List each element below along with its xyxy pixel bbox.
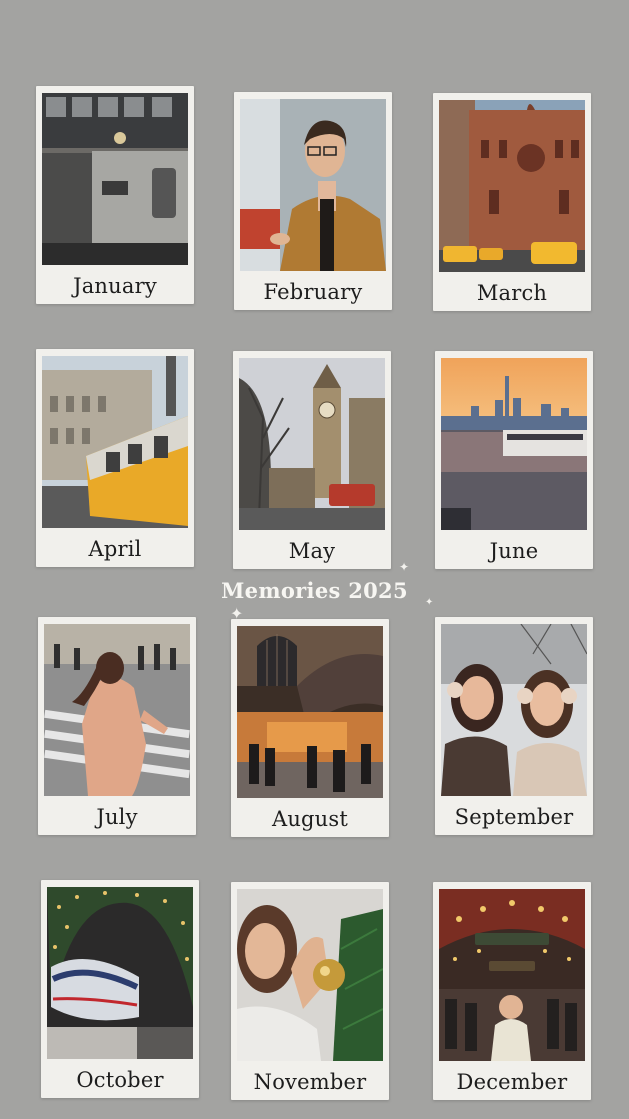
- polaroid-february[interactable]: February: [234, 92, 392, 310]
- sparkle-icon: ✦: [399, 560, 410, 574]
- month-label-april: April: [88, 537, 142, 561]
- two-friends-earmuffs-photo: [441, 624, 587, 796]
- month-label-may: May: [288, 539, 336, 563]
- month-label-january: January: [73, 274, 157, 298]
- polaroid-september[interactable]: September: [435, 617, 593, 835]
- yellow-tram-photo: [42, 356, 188, 528]
- polaroid-october[interactable]: October: [41, 880, 199, 1098]
- sunset-skyline-waterfront-photo: [441, 358, 587, 530]
- polaroid-july[interactable]: July: [38, 617, 196, 835]
- train-station-hall-photo: [237, 626, 383, 798]
- polaroid-november[interactable]: November: [231, 882, 389, 1100]
- new-york-street-taxis-photo: [439, 100, 585, 272]
- woman-holding-ornament-photo: [237, 889, 383, 1061]
- month-label-july: July: [96, 805, 138, 829]
- month-label-december: December: [456, 1070, 568, 1094]
- polaroid-june[interactable]: June: [435, 351, 593, 569]
- christmas-train-arch-photo: [47, 887, 193, 1059]
- month-label-november: November: [253, 1070, 367, 1094]
- polaroid-january[interactable]: January: [36, 86, 194, 304]
- month-label-august: August: [271, 807, 349, 831]
- polaroid-december[interactable]: December: [433, 882, 591, 1100]
- polaroid-march[interactable]: March: [433, 93, 591, 311]
- month-label-september: September: [454, 805, 574, 829]
- polaroid-april[interactable]: April: [36, 349, 194, 567]
- month-label-march: March: [476, 281, 548, 305]
- month-label-june: June: [489, 539, 539, 563]
- polaroid-august[interactable]: August: [231, 619, 389, 837]
- man-in-camel-coat-photo: [240, 99, 386, 271]
- woman-crossing-street-photo: [44, 624, 190, 796]
- month-label-february: February: [263, 280, 363, 304]
- page-title: Memories 2025: [221, 578, 408, 603]
- sparkle-icon: ✦: [425, 597, 434, 608]
- subway-train-photo: [42, 93, 188, 265]
- polaroid-may[interactable]: May: [233, 351, 391, 569]
- big-ben-london-photo: [239, 358, 385, 530]
- month-label-october: October: [76, 1068, 164, 1092]
- christmas-market-photo: [439, 889, 585, 1061]
